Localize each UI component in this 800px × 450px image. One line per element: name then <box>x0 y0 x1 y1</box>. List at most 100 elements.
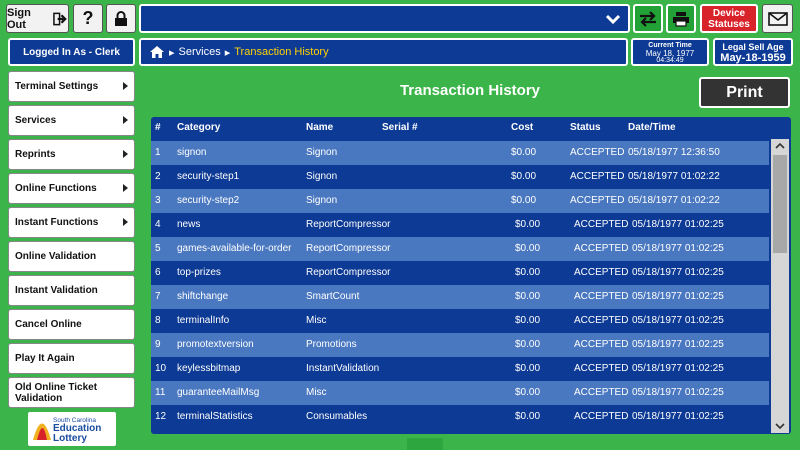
printer-button[interactable] <box>666 4 696 33</box>
table-row[interactable]: 5 games-available-for-order ReportCompress… <box>151 237 769 261</box>
table-cell: 05/18/1977 12:36:50 <box>628 147 720 158</box>
sidebar-item[interactable]: Online Functions <box>8 173 135 204</box>
print-label: Print <box>726 83 763 101</box>
scrollbar-thumb[interactable] <box>773 155 787 253</box>
sidebar-item-label: Instant Validation <box>15 285 98 296</box>
table-row[interactable]: 12 terminalStatistics Consumables $0.00 ACCE… <box>151 405 769 429</box>
scrollbar[interactable] <box>771 139 789 433</box>
table-row[interactable]: 8 terminalInfo Misc $0.00 ACCEPTED 05/18/1977… <box>151 309 769 333</box>
table-cell: ACCEPTED <box>574 243 629 254</box>
chevron-down-icon <box>605 14 621 25</box>
table-cell: 8 <box>155 315 161 326</box>
table-cell: $0.00 <box>515 339 541 350</box>
envelope-icon <box>767 11 788 26</box>
sidebar-item-label: Terminal Settings <box>15 81 99 92</box>
sidebar-item[interactable]: Play It Again <box>8 343 135 374</box>
table-cell: $0.00 <box>515 267 541 278</box>
messages-button[interactable] <box>762 4 793 33</box>
table-cell: $0.00 <box>515 291 541 302</box>
column-header: Date/Time <box>628 122 676 133</box>
table-row[interactable]: 10 keylessbitmap InstantValidation $0.00 ACC… <box>151 357 769 381</box>
table-row[interactable]: 11 guaranteeMailMsg Misc $0.00 ACCEPTED 05/18… <box>151 381 769 405</box>
table-cell: Promotions <box>306 339 357 350</box>
table-cell: Misc <box>306 315 327 326</box>
sidebar-item-label: Instant Functions <box>15 217 99 228</box>
table-cell: terminalStatistics <box>177 411 253 422</box>
column-header: Category <box>177 122 221 133</box>
table-cell: 05/18/1977 01:02:25 <box>632 315 724 326</box>
lottery-logo-graphic: South Carolina Education Lottery <box>33 417 101 444</box>
table-cell: ACCEPTED <box>574 339 629 350</box>
column-header: Status <box>570 122 601 133</box>
table-cell: ACCEPTED <box>570 195 625 206</box>
table-cell: 6 <box>155 267 161 278</box>
print-button[interactable]: Print <box>699 77 790 108</box>
help-label: ? <box>82 8 94 28</box>
table-cell: Consumables <box>306 411 368 422</box>
table-cell: 11 <box>155 387 166 398</box>
swap-button[interactable] <box>633 4 663 33</box>
table-row[interactable]: 6 top-prizes ReportCompressor $0.00 ACCEPTED… <box>151 261 769 285</box>
table-row[interactable]: 9 promotextversion Promotions $0.00 ACCEPTED… <box>151 333 769 357</box>
sidebar-item-label: Services <box>15 115 57 126</box>
sidebar-item[interactable]: Terminal Settings <box>8 71 135 102</box>
table-cell: guaranteeMailMsg <box>177 387 260 398</box>
table-cell: ACCEPTED <box>574 387 629 398</box>
table-cell: games-available-for-order <box>177 243 292 254</box>
scroll-up-button[interactable] <box>771 139 789 153</box>
chevron-right-icon <box>123 150 128 158</box>
logged-in-label: Logged In As - Clerk <box>23 46 120 58</box>
home-icon[interactable] <box>149 45 165 59</box>
table-cell: promotextversion <box>177 339 254 350</box>
bottom-handle[interactable] <box>407 438 443 450</box>
device-statuses-button[interactable]: Device Statuses <box>700 4 758 33</box>
table-cell: security-step2 <box>177 195 240 206</box>
column-header: Serial # <box>382 122 418 133</box>
sidebar-item[interactable]: Instant Functions <box>8 207 135 238</box>
table-cell: 4 <box>155 219 161 230</box>
table-row[interactable]: 3 security-step2 Signon $0.00 ACCEPTED 05/18/… <box>151 189 769 213</box>
breadcrumb: ▸ Services ▸ Transaction History <box>139 38 628 66</box>
table-row[interactable]: 2 security-step1 Signon $0.00 ACCEPTED 05/18/… <box>151 165 769 189</box>
breadcrumb-current: Transaction History <box>234 46 329 58</box>
table-cell: ACCEPTED <box>574 411 629 422</box>
sign-out-button[interactable]: Sign Out <box>6 4 69 33</box>
table-cell: Signon <box>306 171 338 182</box>
sidebar-item[interactable]: Instant Validation <box>8 275 135 306</box>
table-row[interactable]: 4 news ReportCompressor $0.00 ACCEPTED 05/18/… <box>151 213 769 237</box>
sc-education-lottery-logo: South Carolina Education Lottery <box>28 412 116 446</box>
table-cell: 05/18/1977 01:02:25 <box>632 219 724 230</box>
notification-dropdown[interactable] <box>139 4 630 33</box>
help-button[interactable]: ? <box>73 4 103 33</box>
table-row[interactable]: 1 signon Signon $0.00 ACCEPTED 05/18/1977 12:… <box>151 141 769 165</box>
sidebar-item-label: Cancel Online <box>15 319 82 330</box>
sidebar-item[interactable]: Online Validation <box>8 241 135 272</box>
table-cell: $0.00 <box>515 243 541 254</box>
table-cell: news <box>177 219 201 230</box>
swap-arrows-icon <box>640 10 656 27</box>
legal-sell-age-date: May-18-1959 <box>720 52 786 64</box>
table-cell: 12 <box>155 411 167 422</box>
breadcrumb-services[interactable]: Services <box>179 46 221 58</box>
table-cell: $0.00 <box>515 219 541 230</box>
sidebar-item[interactable]: Old Online Ticket Validation <box>8 377 135 408</box>
table-cell: $0.00 <box>515 387 541 398</box>
sidebar-item-label: Old Online Ticket Validation <box>15 381 98 404</box>
lock-button[interactable] <box>106 4 136 33</box>
scroll-down-button[interactable] <box>771 419 789 433</box>
table-cell: security-step1 <box>177 171 240 182</box>
sidebar-item[interactable]: Cancel Online <box>8 309 135 340</box>
table-cell: terminalInfo <box>177 315 230 326</box>
table-cell: 05/18/1977 01:02:25 <box>632 267 724 278</box>
table-cell: ACCEPTED <box>574 363 629 374</box>
sidebar-item[interactable]: Services <box>8 105 135 136</box>
chevron-up-icon <box>775 142 785 149</box>
table-cell: $0.00 <box>515 363 541 374</box>
table-row[interactable]: 7 shiftchange SmartCount $0.00 ACCEPTED 05/18… <box>151 285 769 309</box>
table-cell: ACCEPTED <box>574 291 629 302</box>
sidebar-item[interactable]: Reprints <box>8 139 135 170</box>
table-cell: 05/18/1977 01:02:22 <box>628 195 720 206</box>
table-cell: 7 <box>155 291 161 302</box>
table-cell: Misc <box>306 387 327 398</box>
legal-sell-age-label: Legal Sell Age <box>722 42 784 52</box>
